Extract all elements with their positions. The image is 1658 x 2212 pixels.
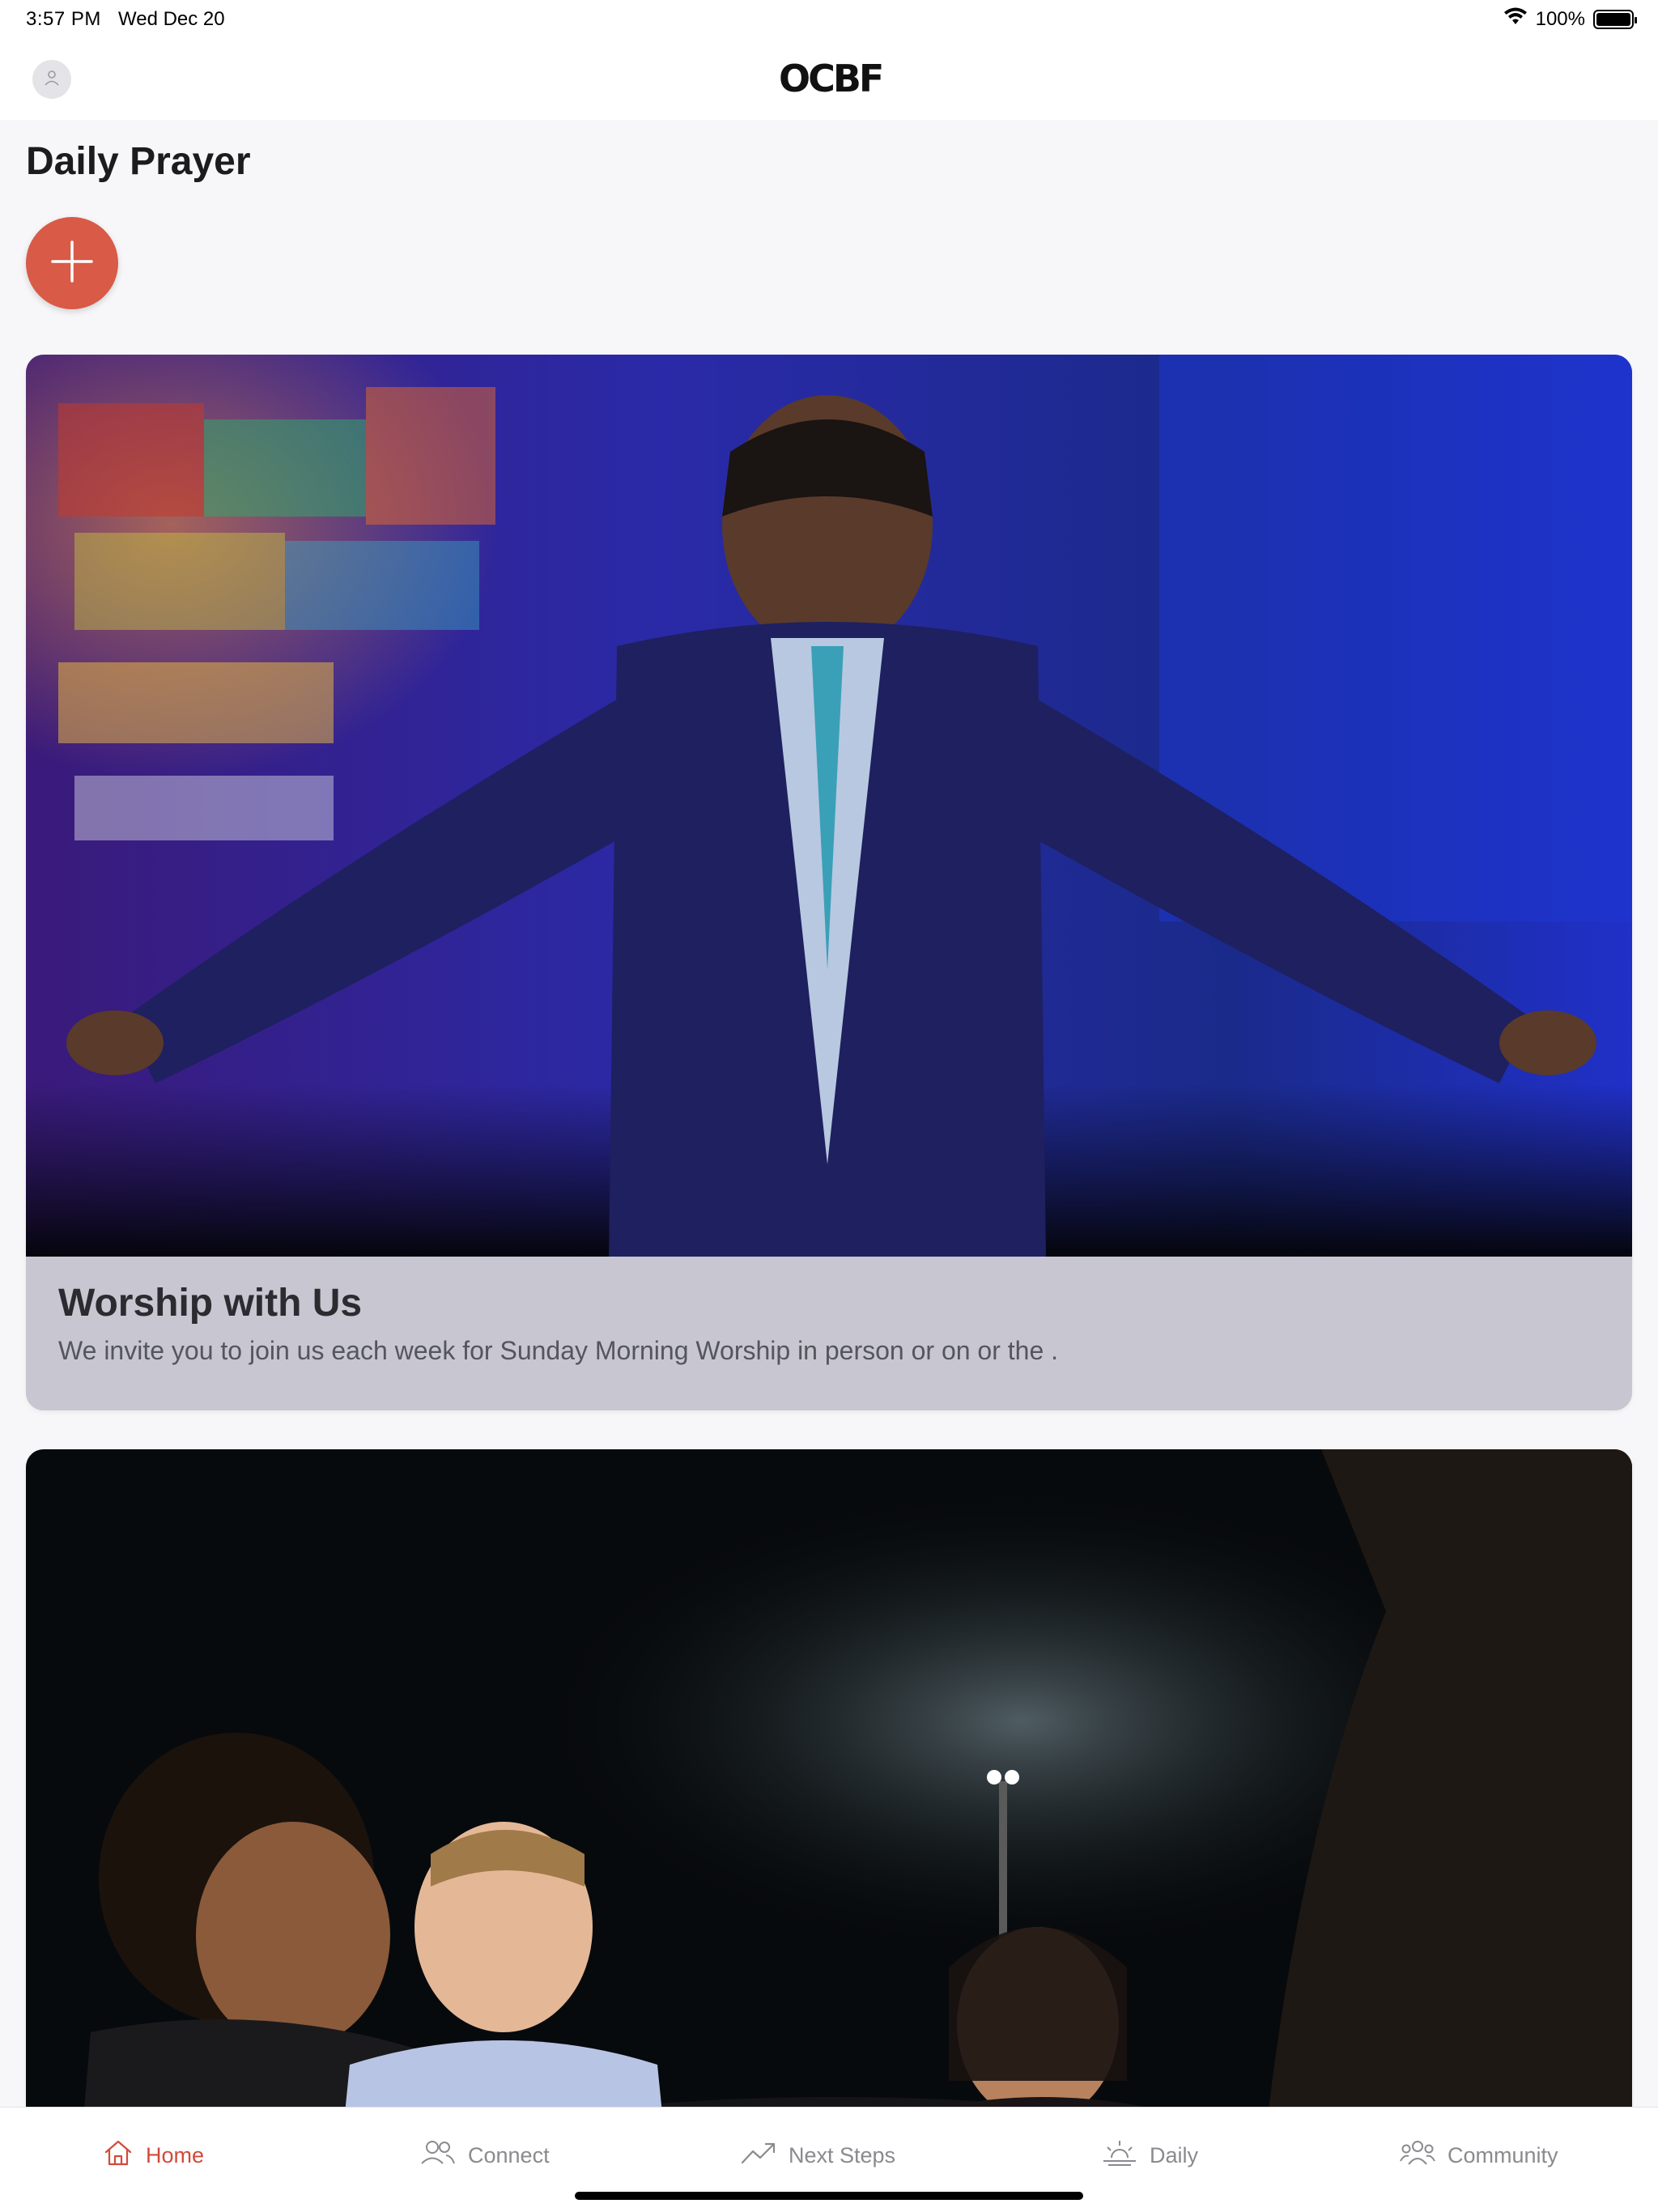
tab-daily[interactable]: Daily — [1101, 2137, 1198, 2175]
worship-card-image — [26, 355, 1632, 1257]
profile-avatar-button[interactable] — [32, 60, 71, 99]
tab-community[interactable]: Community — [1399, 2137, 1558, 2175]
tab-next-steps[interactable]: Next Steps — [740, 2137, 895, 2175]
tab-label-community: Community — [1448, 2143, 1558, 2167]
battery-percent: 100% — [1535, 7, 1585, 30]
status-indicators: 100% — [1503, 6, 1637, 32]
status-time: 3:57 PM — [26, 8, 101, 30]
app-logo: OCBF — [779, 57, 884, 100]
page-title: Daily Prayer — [26, 140, 251, 183]
tab-label-next-steps: Next Steps — [789, 2143, 896, 2167]
status-date: Wed Dec 20 — [118, 8, 225, 30]
bottom-tab-bar: Home Connect Next Steps Daily Community — [0, 2107, 1658, 2212]
top-navigation-bar: OCBF — [0, 39, 1658, 120]
home-icon — [102, 2137, 134, 2175]
wifi-icon — [1503, 6, 1528, 32]
home-indicator[interactable] — [575, 2192, 1083, 2200]
sunrise-icon — [1101, 2137, 1138, 2175]
battery-icon — [1593, 9, 1637, 29]
card-description: We invite you to join us each week for S… — [58, 1336, 1059, 1365]
tab-label-home: Home — [146, 2143, 205, 2167]
add-prayer-button[interactable] — [26, 217, 118, 309]
card-title: Worship with Us — [58, 1282, 363, 1325]
worship-card-caption: Worship with Us We invite you to join us… — [26, 1257, 1632, 1410]
community-card-image — [26, 1449, 1632, 2212]
tab-label-daily: Daily — [1150, 2143, 1199, 2167]
battery-level-fill — [1596, 12, 1630, 26]
trending-up-icon — [740, 2137, 777, 2175]
plus-icon — [49, 239, 95, 288]
tab-connect[interactable]: Connect — [419, 2137, 550, 2175]
people-icon — [419, 2137, 457, 2175]
community-event-card[interactable] — [26, 1449, 1632, 2212]
tab-label-connect: Connect — [468, 2143, 550, 2167]
tab-home[interactable]: Home — [102, 2137, 204, 2175]
status-bar: 3:57 PM Wed Dec 20 100% — [0, 0, 1658, 39]
group-icon — [1399, 2137, 1436, 2175]
worship-card[interactable]: Worship with Us We invite you to join us… — [26, 355, 1632, 1410]
person-icon — [43, 69, 61, 91]
